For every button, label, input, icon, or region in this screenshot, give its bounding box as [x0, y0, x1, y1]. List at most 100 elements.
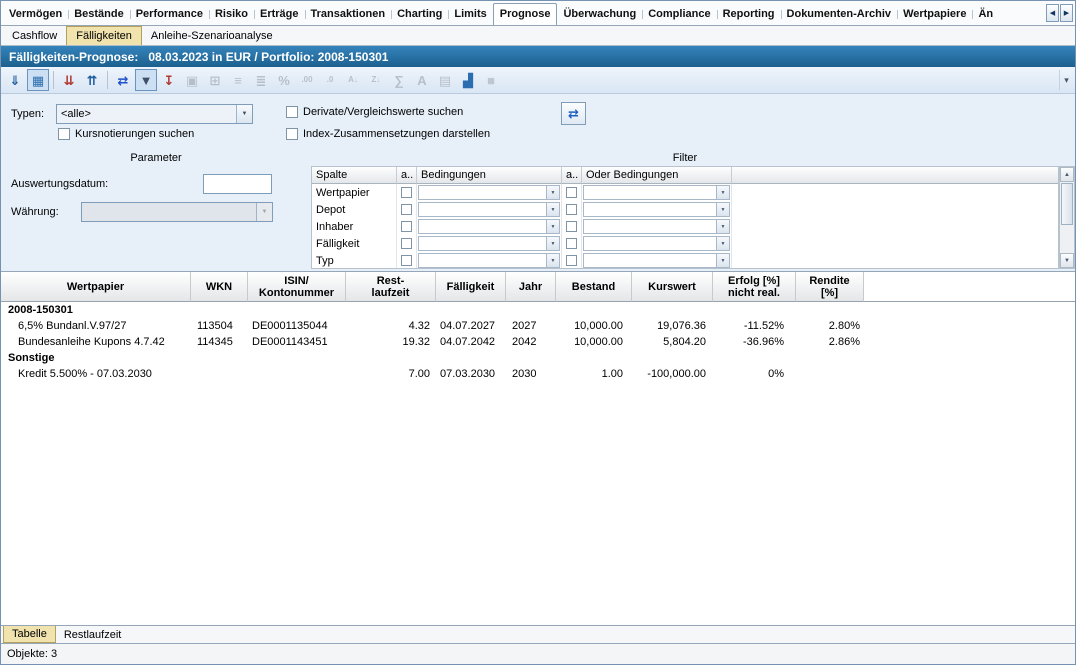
- chevron-down-icon: ▼: [236, 105, 252, 123]
- filter-or-and-cell: [562, 218, 582, 235]
- results-table-header: WertpapierWKNISIN/ KontonummerRest- lauf…: [1, 272, 1075, 302]
- scroll-down-button[interactable]: ▼: [1060, 253, 1074, 268]
- filter-column-header-spalte-0[interactable]: Spalte: [312, 167, 397, 184]
- main-tab-prognose[interactable]: Prognose: [493, 3, 558, 25]
- filter-column-header-bedingungen-2[interactable]: Bedingungen: [417, 167, 562, 184]
- column-header-isin[interactable]: ISIN/ Kontonummer: [248, 272, 346, 302]
- column-header-bestand[interactable]: Bestand: [556, 272, 632, 302]
- main-tab-limits[interactable]: Limits: [448, 4, 492, 25]
- filter-and-checkbox[interactable]: [401, 255, 412, 266]
- index-checkbox-label: Index-Zusammensetzungen darstellen: [303, 128, 490, 140]
- table-row[interactable]: Kredit 5.500% - 07.03.20307.0007.03.2030…: [1, 366, 1075, 382]
- filter-column-header-oder-bedingungen-4[interactable]: Oder Bedingungen: [582, 167, 732, 184]
- font-button: A: [411, 69, 433, 91]
- chart-display-button[interactable]: ▦: [27, 69, 49, 91]
- main-tab-risiko[interactable]: Risiko: [209, 4, 254, 25]
- filter-button[interactable]: ▼: [135, 69, 157, 91]
- bar-chart-button[interactable]: ▟: [457, 69, 479, 91]
- table-cell: [248, 366, 346, 382]
- filter-condition-select[interactable]: ▼: [418, 219, 560, 234]
- index-checkbox[interactable]: [286, 128, 298, 140]
- filter-or-condition-select[interactable]: ▼: [583, 202, 730, 217]
- column-header-erfolg[interactable]: Erfolg [%] nicht real.: [713, 272, 796, 302]
- main-tab-transaktionen[interactable]: Transaktionen: [305, 4, 392, 25]
- expand-all-icon: ⇊: [64, 74, 75, 87]
- filter-or-condition-select[interactable]: ▼: [583, 236, 730, 251]
- scroll-up-button[interactable]: ▲: [1060, 167, 1074, 182]
- column-header-wertpapier[interactable]: Wertpapier: [1, 272, 191, 302]
- group-row[interactable]: 2008-150301: [1, 302, 1075, 318]
- auswertungsdatum-input[interactable]: [203, 174, 272, 194]
- derivate-checkbox[interactable]: [286, 106, 298, 118]
- filter-condition-select[interactable]: ▼: [418, 253, 560, 268]
- scrollbar-thumb[interactable]: [1061, 183, 1073, 225]
- sub-tab-faelligkeiten[interactable]: Fälligkeiten: [66, 26, 142, 45]
- main-tab-ertraege[interactable]: Erträge: [254, 4, 305, 25]
- main-tab-aen[interactable]: Än: [972, 4, 999, 25]
- bar-chart-icon: ▟: [463, 74, 473, 87]
- filter-grid-body: Wertpapier▼▼Depot▼▼Inhaber▼▼Fälligkeit▼▼…: [312, 184, 1058, 269]
- column-header-faelligkeit[interactable]: Fälligkeit: [436, 272, 506, 302]
- column-header-wkn[interactable]: WKN: [191, 272, 248, 302]
- scrollbar-track[interactable]: [1060, 182, 1074, 253]
- main-tab-wertpapiere[interactable]: Wertpapiere: [897, 4, 972, 25]
- save-export-button[interactable]: ⇓: [4, 69, 26, 91]
- filter-or-and-checkbox[interactable]: [566, 204, 577, 215]
- filter-or-condition-select[interactable]: ▼: [583, 185, 730, 200]
- group-row[interactable]: Sonstige: [1, 350, 1075, 366]
- toolbar-icons: ⇓▦⇊⇈⇄▼↧▣⊞≡≣%.00.0A↓Z↓∑A▤▟■: [4, 69, 502, 91]
- main-tab-charting[interactable]: Charting: [391, 4, 448, 25]
- filter-or-and-checkbox[interactable]: [566, 221, 577, 232]
- refresh-button[interactable]: ⇄: [112, 69, 134, 91]
- main-tab-performance[interactable]: Performance: [130, 4, 209, 25]
- collapse-all-button[interactable]: ⇈: [81, 69, 103, 91]
- tab-scroll-left-button[interactable]: ◀: [1046, 4, 1059, 22]
- filter-condition-select[interactable]: ▼: [418, 202, 560, 217]
- filter-or-condition-select[interactable]: ▼: [583, 253, 730, 268]
- main-tab-bestaende[interactable]: Bestände: [68, 4, 130, 25]
- waehrung-select[interactable]: ▼: [81, 202, 273, 222]
- view-tab-tabelle[interactable]: Tabelle: [3, 626, 56, 643]
- toolbar-overflow-button[interactable]: ▾: [1059, 70, 1073, 90]
- filter-scrollbar[interactable]: ▲ ▼: [1059, 166, 1075, 269]
- main-tab-compliance[interactable]: Compliance: [642, 4, 716, 25]
- filter-or-and-checkbox[interactable]: [566, 187, 577, 198]
- filter-or-condition-select[interactable]: ▼: [583, 219, 730, 234]
- sub-tab-anleihe-szenarioanalyse[interactable]: Anleihe-Szenarioanalyse: [142, 26, 282, 45]
- toolbar: ⇓▦⇊⇈⇄▼↧▣⊞≡≣%.00.0A↓Z↓∑A▤▟■ ▾: [1, 67, 1075, 94]
- main-tab-vermoegen[interactable]: Vermögen: [3, 4, 68, 25]
- filter-and-checkbox[interactable]: [401, 204, 412, 215]
- filter-condition-select[interactable]: ▼: [418, 185, 560, 200]
- main-tab-ueberwachung[interactable]: Überwachung: [557, 4, 642, 25]
- column-header-kurswert[interactable]: Kurswert: [632, 272, 713, 302]
- table-row[interactable]: 6,5% Bundanl.V.97/27113504DE00011350444.…: [1, 318, 1075, 334]
- drilldown-button[interactable]: ↧: [158, 69, 180, 91]
- sort-az-button: A↓: [342, 69, 364, 91]
- tab-scroll-right-button[interactable]: ▶: [1060, 4, 1073, 22]
- filter-column-header-a-1[interactable]: a..: [397, 167, 417, 184]
- view-tab-restlaufzeit[interactable]: Restlaufzeit: [56, 626, 129, 643]
- filter-and-checkbox[interactable]: [401, 187, 412, 198]
- typen-select[interactable]: <alle> ▼: [56, 104, 253, 124]
- refresh-button[interactable]: ⇄: [561, 102, 586, 125]
- filter-and-checkbox[interactable]: [401, 221, 412, 232]
- column-header-rendite[interactable]: Rendite [%]: [796, 272, 864, 302]
- column-header-rest[interactable]: Rest- laufzeit: [346, 272, 436, 302]
- filter-condition-select[interactable]: ▼: [418, 236, 560, 251]
- percent-format-button: %: [273, 69, 295, 91]
- filter-and-checkbox[interactable]: [401, 238, 412, 249]
- percent-format-icon: %: [278, 74, 290, 87]
- table-cell: 0%: [713, 366, 796, 382]
- filter-column-header-a-3[interactable]: a..: [562, 167, 582, 184]
- filter-or-and-checkbox[interactable]: [566, 255, 577, 266]
- kursnotierungen-checkbox[interactable]: [58, 128, 70, 140]
- pivot-button: ▤: [434, 69, 456, 91]
- sub-tab-cashflow[interactable]: Cashflow: [3, 26, 66, 45]
- main-tab-dokumenten-archiv[interactable]: Dokumenten-Archiv: [781, 4, 898, 25]
- column-header-jahr[interactable]: Jahr: [506, 272, 556, 302]
- expand-all-button[interactable]: ⇊: [58, 69, 80, 91]
- filter-or-and-checkbox[interactable]: [566, 238, 577, 249]
- table-row[interactable]: Bundesanleihe Kupons 4.7.42114345DE00011…: [1, 334, 1075, 350]
- main-tab-reporting[interactable]: Reporting: [717, 4, 781, 25]
- sort-az-icon: A↓: [348, 76, 358, 84]
